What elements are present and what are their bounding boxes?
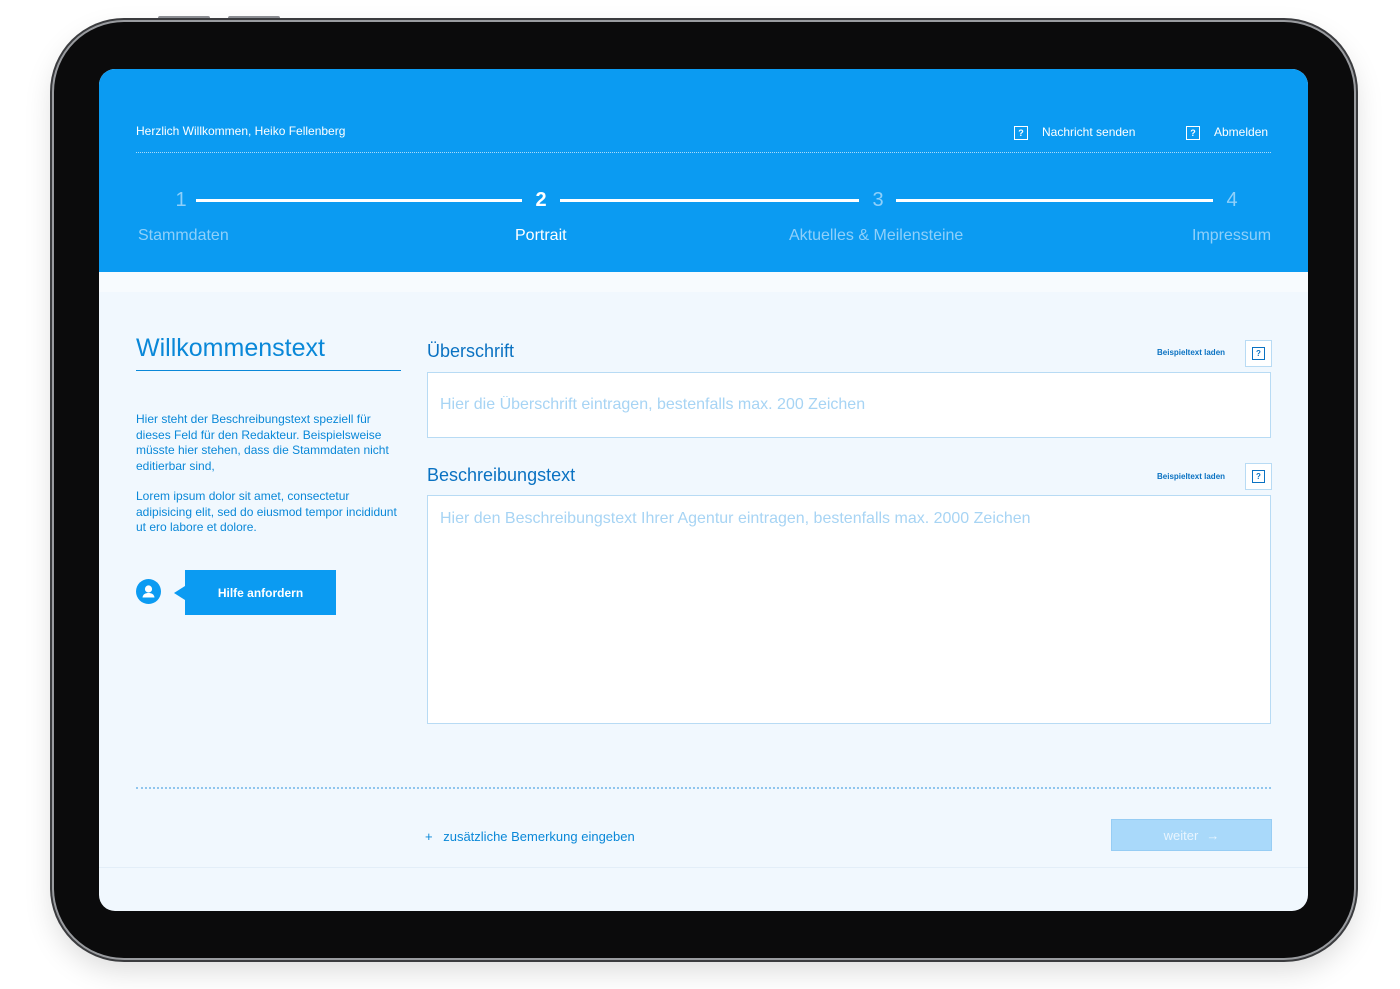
- description-textarea[interactable]: [427, 495, 1271, 724]
- description-label: Beschreibungstext: [427, 465, 576, 485]
- step-connector: [896, 199, 1213, 202]
- sidebar-lorem-text: Lorem ipsum dolor sit amet, consectetur …: [136, 489, 397, 534]
- app-screen: Herzlich Willkommen, Heiko Fellenberg ? …: [99, 69, 1308, 911]
- header-divider: [136, 152, 1271, 153]
- send-message-link[interactable]: ? Nachricht senden: [1014, 123, 1135, 140]
- step-connector: [560, 199, 859, 202]
- header: Herzlich Willkommen, Heiko Fellenberg ? …: [99, 69, 1308, 272]
- device-volume-button: [158, 16, 210, 20]
- speech-pointer: [174, 586, 185, 600]
- load-sample-description-link[interactable]: Beispieltext laden: [1157, 472, 1225, 481]
- device-volume-button: [228, 16, 280, 20]
- step-connector: [196, 199, 522, 202]
- sidebar-title: Willkommenstext: [136, 334, 325, 362]
- add-remark-link[interactable]: + zusätzliche Bemerkung eingeben: [425, 829, 635, 844]
- headline-help-button[interactable]: ?: [1245, 340, 1272, 367]
- headline-label: Überschrift: [427, 341, 515, 361]
- footer-divider: [136, 787, 1271, 789]
- footer-line: [99, 867, 1308, 868]
- step-3-number[interactable]: 3: [863, 189, 893, 212]
- add-remark-label: zusätzliche Bemerkung eingeben: [443, 829, 635, 844]
- logout-link[interactable]: ? Abmelden: [1186, 123, 1268, 140]
- arrow-right-icon: →: [1206, 827, 1220, 843]
- request-help-button[interactable]: Hilfe anfordern: [185, 570, 336, 615]
- header-shadow-band: [99, 272, 1308, 292]
- question-icon: ?: [1014, 126, 1028, 140]
- next-button[interactable]: weiter →: [1111, 819, 1272, 851]
- step-2-label[interactable]: Portrait: [515, 227, 567, 245]
- question-icon: ?: [1186, 126, 1200, 140]
- question-icon: ?: [1252, 470, 1265, 483]
- sidebar-description: Hier steht der Beschreibungstext speziel…: [136, 412, 402, 551]
- step-4-label[interactable]: Impressum: [1192, 227, 1271, 245]
- welcome-text: Herzlich Willkommen, Heiko Fellenberg: [136, 124, 346, 138]
- plus-icon: +: [425, 829, 433, 844]
- sidebar-help-text: Hier steht der Beschreibungstext speziel…: [136, 412, 389, 473]
- sidebar-title-underline: [136, 370, 401, 371]
- step-1-label[interactable]: Stammdaten: [138, 227, 229, 245]
- step-3-label[interactable]: Aktuelles & Meilensteine: [789, 227, 963, 245]
- headline-input[interactable]: [427, 372, 1271, 438]
- device-side-button: [1354, 370, 1358, 414]
- next-button-label: weiter: [1163, 827, 1199, 843]
- step-2-number[interactable]: 2: [526, 189, 556, 212]
- step-1-number[interactable]: 1: [166, 189, 196, 212]
- logout-label: Abmelden: [1214, 124, 1269, 139]
- load-sample-headline-link[interactable]: Beispieltext laden: [1157, 348, 1225, 357]
- step-4-number[interactable]: 4: [1217, 189, 1247, 212]
- question-icon: ?: [1252, 347, 1265, 360]
- user-icon: [136, 579, 161, 604]
- description-help-button[interactable]: ?: [1245, 463, 1272, 490]
- send-message-label: Nachricht senden: [1042, 124, 1136, 139]
